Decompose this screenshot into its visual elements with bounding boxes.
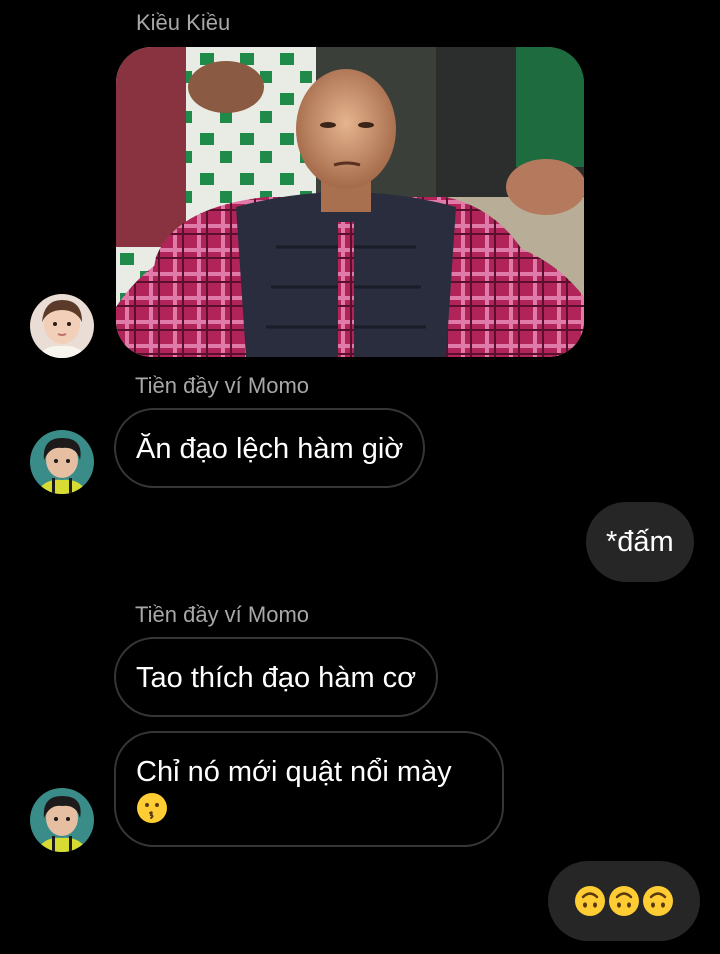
sent-message-bubble[interactable]: [548, 861, 700, 941]
avatar-image: [30, 294, 94, 358]
sender-name: Kiều Kiều: [136, 10, 231, 35]
sender-name: Tiền đầy ví Momo: [135, 373, 310, 398]
message-text: Ăn đạo lệch hàm giờ: [136, 433, 404, 465]
message-text: Tao thích đạo hàm cơ: [136, 662, 417, 694]
message-text: *đấm: [606, 526, 674, 558]
sent-message-bubble[interactable]: *đấm: [586, 502, 694, 582]
avatar[interactable]: [30, 430, 94, 494]
message-bubble[interactable]: Ăn đạo lệch hàm giờ: [114, 408, 426, 488]
avatar[interactable]: [30, 788, 94, 852]
upside-down-face-emoji: [609, 886, 639, 916]
upside-down-face-emoji: [575, 886, 605, 916]
chat-thread: Kiều Kiều Tiền đầy ví Momo Ăn đạo lệch h…: [0, 0, 720, 954]
avatar[interactable]: [30, 294, 94, 358]
avatar-image: [30, 788, 94, 852]
message-bubble[interactable]: Tao thích đạo hàm cơ: [114, 637, 439, 717]
upside-down-face-emoji: [643, 886, 673, 916]
kissing-face-emoji: [137, 793, 167, 824]
avatar-image: [30, 430, 94, 494]
message-bubble[interactable]: Chỉ nó mới quật nổi mày: [114, 731, 504, 847]
message-text: Chỉ nó mới quật nổi mày: [136, 756, 452, 788]
photo-message[interactable]: [116, 47, 584, 357]
sender-name: Tiền đầy ví Momo: [135, 602, 310, 627]
meme-photo: [116, 47, 584, 357]
